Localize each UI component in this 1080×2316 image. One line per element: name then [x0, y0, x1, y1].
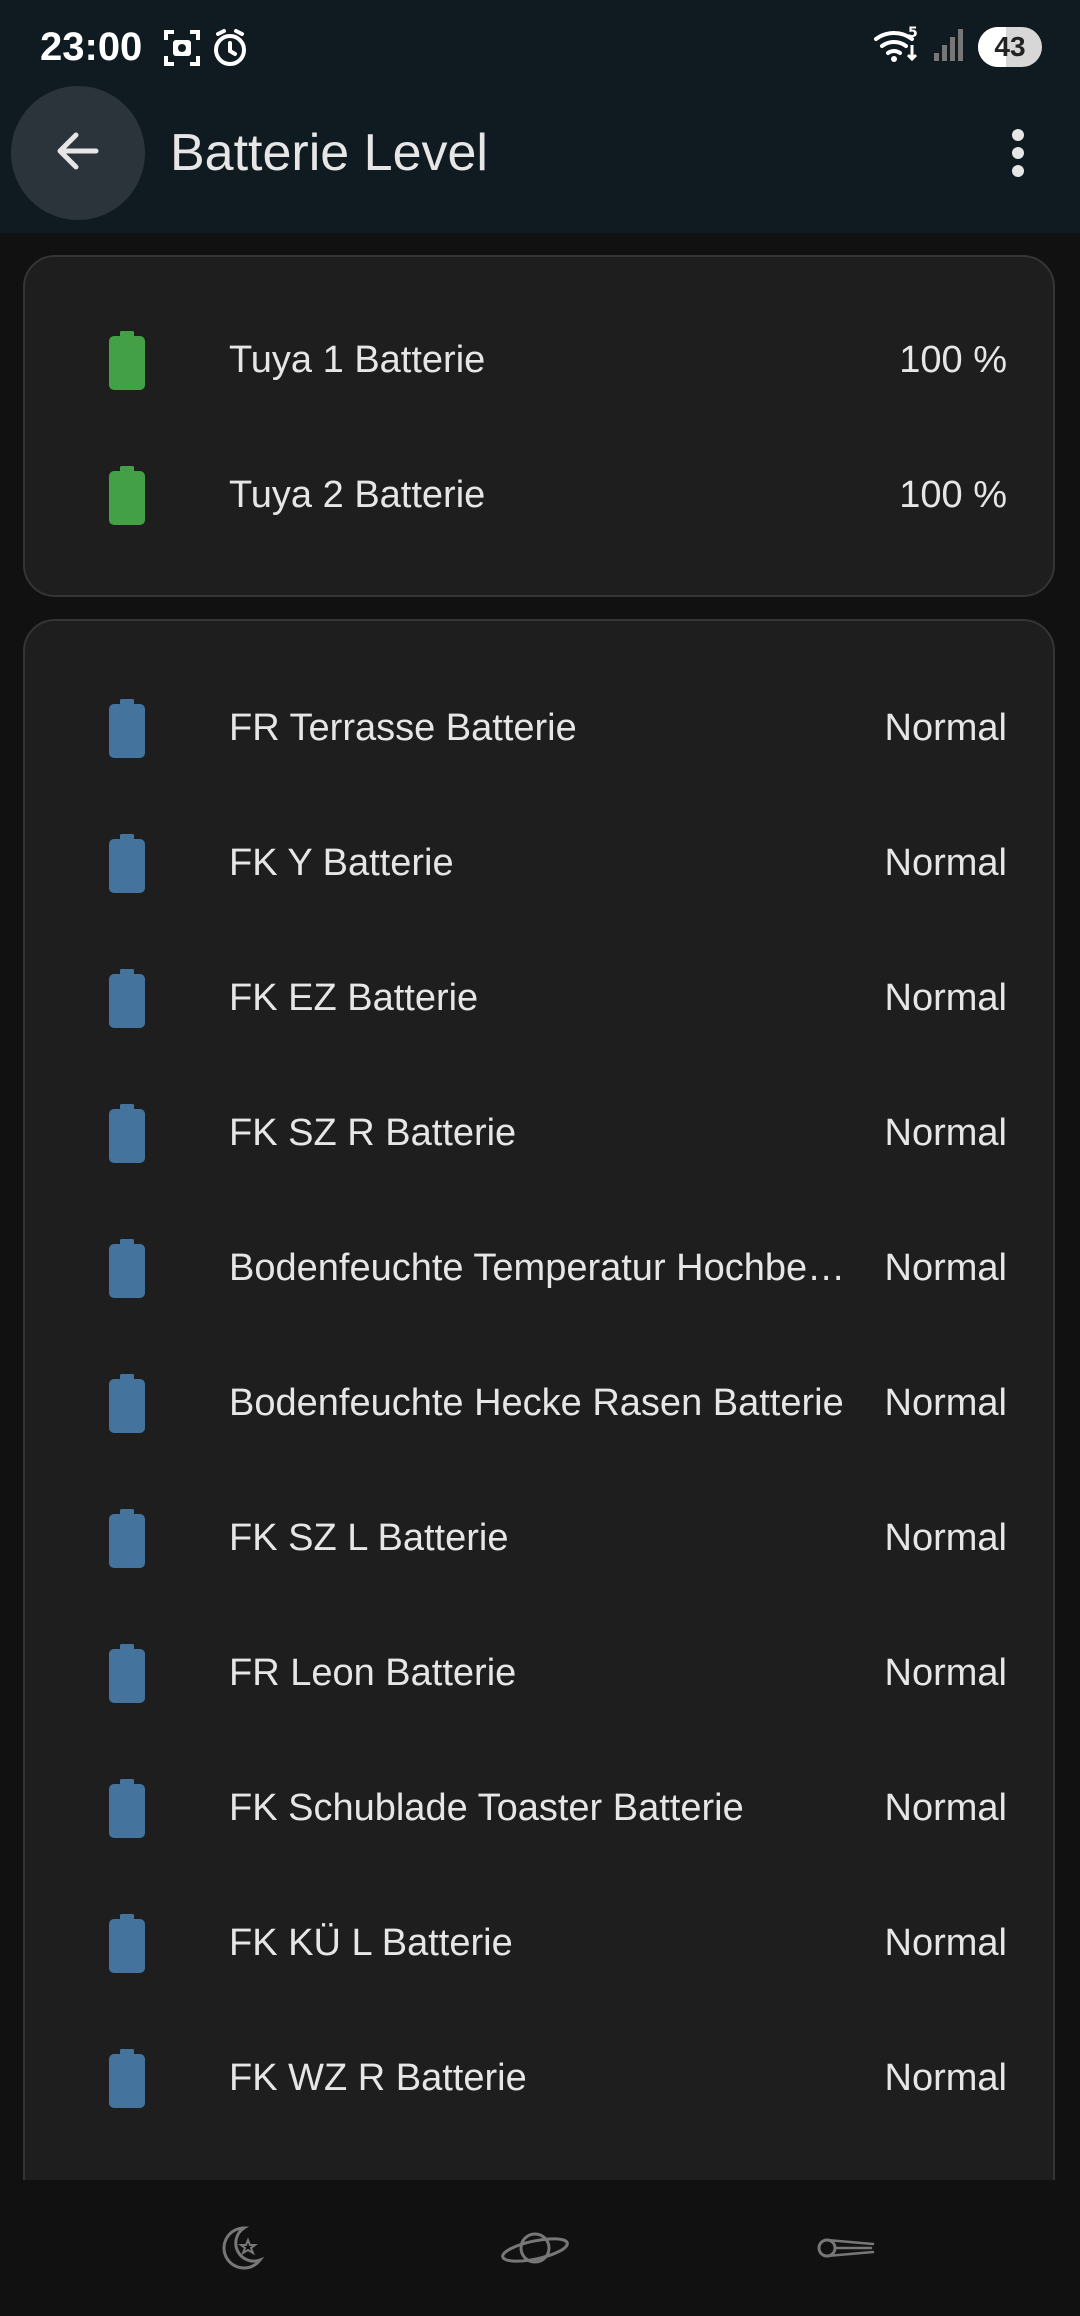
comet-icon	[813, 2228, 877, 2273]
entity-state: Normal	[884, 977, 1007, 1019]
nav-item-night[interactable]	[205, 2215, 275, 2285]
entity-row[interactable]: FK Schublade Toaster Batterie Normal	[25, 1741, 1053, 1876]
cellular-signal-icon	[932, 27, 966, 68]
entity-name: Tuya 2 Batterie	[229, 474, 486, 516]
entity-state: Normal	[884, 1382, 1007, 1424]
battery-icon	[107, 1374, 147, 1434]
nav-item-comet[interactable]	[810, 2215, 880, 2285]
entity-row[interactable]: FK KÜ L Batterie Normal	[25, 1876, 1053, 2011]
entity-state: 100 %	[899, 474, 1007, 516]
battery-level-text: 43	[994, 31, 1026, 62]
entity-name: Bodenfeuchte Hecke Rasen Batterie	[229, 1382, 844, 1424]
entity-row[interactable]: FR Leon Batterie Normal	[25, 1606, 1053, 1741]
battery-icon	[107, 2049, 147, 2109]
entity-state: Normal	[884, 1247, 1007, 1289]
entity-state: Normal	[884, 842, 1007, 884]
entity-name: FK SZ L Batterie	[229, 1517, 509, 1559]
battery-icon	[107, 969, 147, 1029]
entity-row[interactable]: Bodenfeuchte Temperatur Hochbe… Normal	[25, 1201, 1053, 1336]
wifi-icon: 5	[872, 25, 920, 70]
svg-text:5: 5	[908, 25, 918, 41]
entity-row[interactable]: Tuya 2 Batterie 100 %	[25, 428, 1053, 563]
entity-row[interactable]: Tuya 1 Batterie 100 %	[25, 293, 1053, 428]
entity-state: 100 %	[899, 339, 1007, 381]
entity-card-sensors: FR Terrasse Batterie Normal FK Y Batteri…	[23, 619, 1055, 2259]
entity-name: FK SZ R Batterie	[229, 1112, 517, 1154]
overflow-menu-button[interactable]	[986, 120, 1050, 190]
entity-row[interactable]: FK Y Batterie Normal	[25, 796, 1053, 931]
entity-row[interactable]: Bodenfeuchte Hecke Rasen Batterie Normal	[25, 1336, 1053, 1471]
nav-item-planet[interactable]	[500, 2215, 570, 2285]
app-header: 23:00 5 43 Batterie Level	[0, 0, 1080, 233]
entity-card-tuya: Tuya 1 Batterie 100 % Tuya 2 Batterie 10…	[23, 255, 1055, 597]
back-button[interactable]	[11, 86, 145, 220]
bottom-navigation	[0, 2180, 1080, 2316]
entity-name: FK Y Batterie	[229, 842, 454, 884]
entity-name: Tuya 1 Batterie	[229, 339, 486, 381]
status-time: 23:00	[40, 25, 143, 69]
entity-name: FK Schublade Toaster Batterie	[229, 1787, 744, 1829]
alarm-icon	[208, 26, 252, 70]
battery-indicator: 43	[978, 27, 1042, 67]
battery-icon	[107, 699, 147, 759]
battery-full-icon	[107, 466, 147, 526]
entity-row[interactable]: FK SZ L Batterie Normal	[25, 1471, 1053, 1606]
battery-icon	[107, 1914, 147, 1974]
page-title: Batterie Level	[170, 124, 488, 182]
entity-row[interactable]: FR Terrasse Batterie Normal	[25, 661, 1053, 796]
planet-icon	[499, 2222, 571, 2279]
battery-icon	[107, 1509, 147, 1569]
entity-name: FR Terrasse Batterie	[229, 707, 577, 749]
moon-star-icon	[214, 2222, 266, 2279]
entity-state: Normal	[884, 1787, 1007, 1829]
entity-state: Normal	[884, 1517, 1007, 1559]
entity-state: Normal	[884, 1652, 1007, 1694]
entity-name: FK WZ R Batterie	[229, 2057, 527, 2099]
battery-icon	[107, 1644, 147, 1704]
battery-icon	[107, 834, 147, 894]
battery-icon	[107, 1779, 147, 1839]
battery-full-icon	[107, 331, 147, 391]
arrow-back-icon	[50, 123, 106, 184]
entity-name: FK KÜ L Batterie	[229, 1922, 513, 1964]
entity-row[interactable]: FK WZ R Batterie Normal	[25, 2011, 1053, 2146]
entity-name: Bodenfeuchte Temperatur Hochbe…	[229, 1247, 846, 1289]
battery-icon	[107, 1104, 147, 1164]
entity-state: Normal	[884, 1922, 1007, 1964]
entity-state: Normal	[884, 1112, 1007, 1154]
entity-row[interactable]: FK EZ Batterie Normal	[25, 931, 1053, 1066]
status-right-group: 5 43	[872, 24, 1042, 70]
entity-row[interactable]: FK SZ R Batterie Normal	[25, 1066, 1053, 1201]
entity-name: FK EZ Batterie	[229, 977, 479, 1019]
battery-icon	[107, 1239, 147, 1299]
screenshot-icon	[160, 26, 204, 70]
more-vert-icon	[1010, 127, 1026, 184]
entity-name: FR Leon Batterie	[229, 1652, 517, 1694]
entity-state: Normal	[884, 707, 1007, 749]
entity-state: Normal	[884, 2057, 1007, 2099]
